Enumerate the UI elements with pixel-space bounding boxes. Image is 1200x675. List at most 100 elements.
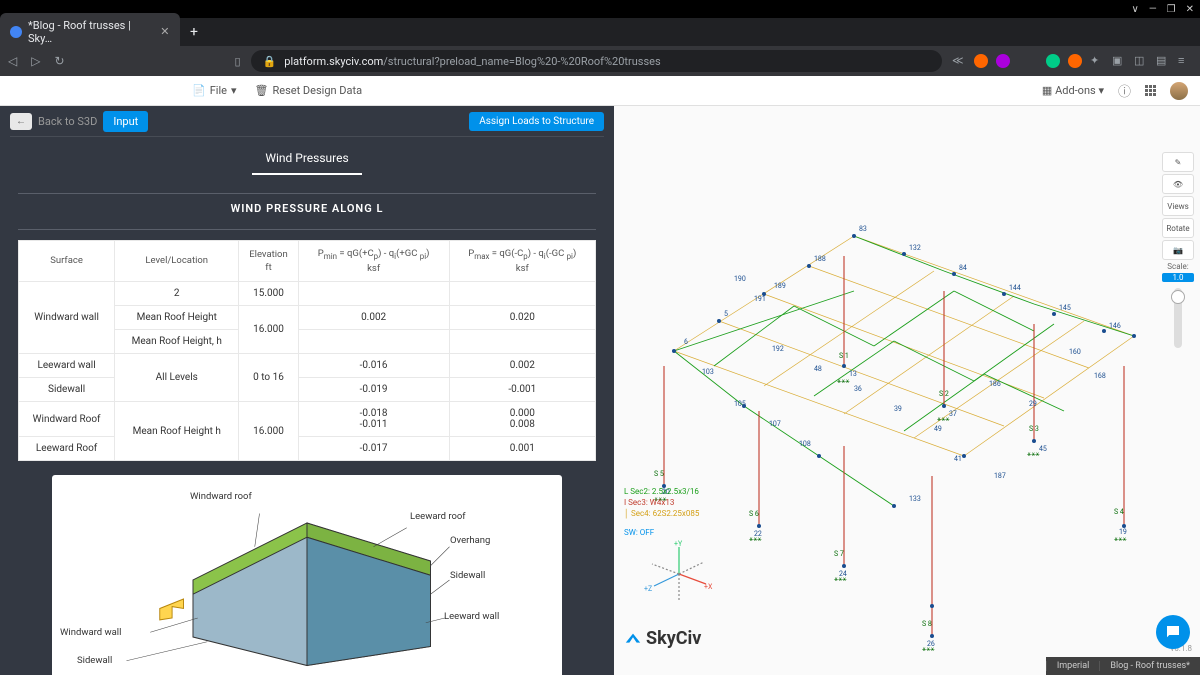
svg-text:+Y: +Y bbox=[674, 540, 683, 548]
tab-title: *Blog - Roof trusses | Sky… bbox=[28, 19, 154, 45]
svg-text:83: 83 bbox=[859, 225, 867, 233]
label-leeward-roof: Leeward roof bbox=[410, 511, 466, 522]
svg-text:188: 188 bbox=[814, 255, 826, 263]
window-restore-icon[interactable]: ❐ bbox=[1167, 4, 1176, 15]
viewport[interactable]: 20222426 19453713 65189188 8313284144 14… bbox=[614, 106, 1200, 675]
status-units[interactable]: Imperial bbox=[1046, 661, 1100, 671]
file-icon: 📄 bbox=[192, 84, 206, 97]
window-min-icon[interactable]: — bbox=[1149, 4, 1157, 15]
ext-icon-1[interactable] bbox=[974, 54, 988, 68]
th-elevation: Elevation ft bbox=[239, 241, 298, 282]
label-sidewall-l: Sidewall bbox=[77, 655, 112, 666]
reader-icon[interactable]: ▤ bbox=[1156, 54, 1170, 68]
ext-icon-5[interactable]: ✦ bbox=[1090, 54, 1104, 68]
th-surface: Surface bbox=[19, 241, 115, 282]
svg-text:168: 168 bbox=[1094, 372, 1106, 380]
addons-icon: ▦ bbox=[1042, 84, 1052, 97]
svg-text:⚹⚹⚹: ⚹⚹⚹ bbox=[937, 415, 950, 423]
nav-forward-icon[interactable]: ▷ bbox=[31, 54, 40, 68]
nav-reload-icon[interactable]: ↻ bbox=[54, 54, 64, 68]
skyciv-logo: SkyCiv bbox=[624, 628, 701, 649]
chat-button[interactable] bbox=[1156, 615, 1190, 649]
th-location: Level/Location bbox=[115, 241, 239, 282]
svg-text:146: 146 bbox=[1109, 322, 1121, 330]
svg-text:⚹⚹⚹: ⚹⚹⚹ bbox=[922, 645, 935, 653]
svg-text:⚹⚹⚹: ⚹⚹⚹ bbox=[1114, 535, 1127, 543]
svg-text:S 8: S 8 bbox=[922, 620, 932, 628]
back-to-s3d-link[interactable]: Back to S3D bbox=[38, 115, 97, 128]
svg-text:133: 133 bbox=[909, 495, 921, 503]
address-bar[interactable]: 🔒 platform.skyciv.com/structural?preload… bbox=[251, 50, 942, 72]
lock-icon: 🔒 bbox=[263, 55, 277, 68]
chevron-down-icon: ▾ bbox=[231, 84, 237, 97]
status-model[interactable]: Blog - Roof trusses* bbox=[1099, 661, 1200, 671]
svg-text:⚹⚹⚹: ⚹⚹⚹ bbox=[749, 535, 762, 543]
label-sidewall-r: Sidewall bbox=[450, 570, 485, 581]
url-domain: platform.skyciv.com bbox=[284, 55, 383, 68]
ext-icon-3[interactable] bbox=[1046, 54, 1060, 68]
svg-text:108: 108 bbox=[799, 440, 811, 448]
svg-text:⚹⚹⚹: ⚹⚹⚹ bbox=[834, 575, 847, 583]
ext-icon-6[interactable]: ▣ bbox=[1112, 54, 1126, 68]
svg-text:191: 191 bbox=[754, 295, 766, 303]
help-icon[interactable]: ⓘ bbox=[1118, 81, 1131, 100]
svg-text:+Z: +Z bbox=[644, 585, 652, 593]
new-tab-button[interactable]: + bbox=[180, 24, 208, 40]
svg-text:189: 189 bbox=[774, 282, 786, 290]
svg-text:36: 36 bbox=[854, 385, 862, 393]
user-avatar[interactable] bbox=[1170, 82, 1188, 100]
svg-text:⚹⚹⚹: ⚹⚹⚹ bbox=[1027, 450, 1040, 458]
bookmark-icon[interactable]: ▯ bbox=[235, 55, 241, 68]
vp-eye-button[interactable]: 👁 bbox=[1162, 174, 1194, 194]
svg-text:49: 49 bbox=[934, 425, 942, 433]
addons-menu[interactable]: ▦ Add-ons ▾ bbox=[1042, 84, 1104, 97]
svg-text:105: 105 bbox=[734, 400, 746, 408]
panel-tab-title: Wind Pressures bbox=[0, 137, 614, 173]
chevron-down-icon: ▾ bbox=[1098, 84, 1104, 97]
vp-scale-value: 1.0 bbox=[1162, 273, 1194, 282]
label-windward-roof: Windward roof bbox=[190, 491, 252, 502]
svg-text:S 2: S 2 bbox=[939, 390, 949, 398]
svg-text:48: 48 bbox=[814, 365, 822, 373]
axis-gizmo[interactable]: +Y +X +Z bbox=[644, 539, 714, 609]
assign-loads-button[interactable]: Assign Loads to Structure bbox=[469, 112, 604, 131]
input-tab[interactable]: Input bbox=[103, 111, 148, 132]
label-windward-wall: Windward wall bbox=[60, 627, 121, 638]
svg-text:S 3: S 3 bbox=[1029, 425, 1039, 433]
window-close-icon[interactable]: ✕ bbox=[1186, 4, 1194, 15]
panel-icon[interactable]: ◫ bbox=[1134, 54, 1148, 68]
share-icon[interactable]: ≪ bbox=[952, 54, 966, 68]
svg-text:190: 190 bbox=[734, 275, 746, 283]
window-minimize-icon[interactable]: ∨ bbox=[1132, 4, 1139, 15]
trash-icon: 🗑 bbox=[255, 84, 269, 97]
vp-scale-slider[interactable] bbox=[1174, 288, 1182, 348]
ext-icon-2[interactable] bbox=[996, 54, 1010, 68]
ext-icon-4[interactable] bbox=[1068, 54, 1082, 68]
wind-pressure-table: Surface Level/Location Elevation ft Pmin… bbox=[18, 240, 596, 461]
vp-camera-button[interactable]: 📷 bbox=[1162, 240, 1194, 260]
browser-tab[interactable]: *Blog - Roof trusses | Sky… ✕ bbox=[0, 13, 180, 51]
svg-text:187: 187 bbox=[994, 472, 1006, 480]
svg-text:192: 192 bbox=[772, 345, 784, 353]
apps-grid-icon[interactable] bbox=[1145, 85, 1156, 96]
vp-edit-button[interactable]: ✎ bbox=[1162, 152, 1194, 172]
svg-text:6: 6 bbox=[684, 338, 688, 346]
svg-text:S 5: S 5 bbox=[654, 470, 664, 478]
svg-text:132: 132 bbox=[909, 244, 921, 252]
svg-text:145: 145 bbox=[1059, 304, 1071, 312]
menu-icon[interactable]: ≡ bbox=[1178, 54, 1192, 68]
svg-text:S 4: S 4 bbox=[1114, 508, 1124, 516]
vp-rotate-button[interactable]: Rotate bbox=[1162, 218, 1194, 238]
nav-back-icon[interactable]: ◁ bbox=[8, 54, 17, 68]
reset-button[interactable]: 🗑 Reset Design Data bbox=[255, 84, 363, 97]
svg-text:37: 37 bbox=[949, 410, 957, 418]
svg-text:+X: +X bbox=[704, 583, 713, 591]
svg-text:29: 29 bbox=[1029, 400, 1037, 408]
vp-views-button[interactable]: Views bbox=[1162, 196, 1194, 216]
file-menu[interactable]: 📄 File ▾ bbox=[192, 84, 237, 97]
tab-close-icon[interactable]: ✕ bbox=[160, 27, 170, 37]
svg-text:S 1: S 1 bbox=[839, 352, 849, 360]
back-button[interactable]: ← bbox=[10, 113, 32, 130]
sw-toggle[interactable]: SW: OFF bbox=[624, 528, 654, 537]
svg-text:41: 41 bbox=[954, 455, 962, 463]
